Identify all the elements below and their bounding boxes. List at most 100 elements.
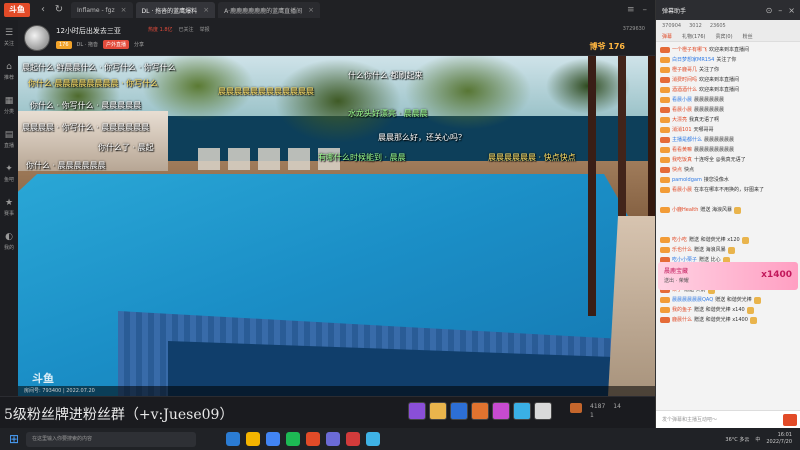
rail-item-mine[interactable]: ◐ 我的 bbox=[0, 224, 18, 258]
rail-item-fishbar[interactable]: ✦ 鱼吧 bbox=[0, 156, 18, 190]
gift-item[interactable] bbox=[408, 402, 426, 420]
close-icon[interactable]: × bbox=[308, 6, 314, 14]
promo-overlay-text: 5级粉丝牌进粉丝群（+v:Juese09） bbox=[4, 407, 234, 423]
gift-item[interactable] bbox=[513, 402, 531, 420]
chat-input[interactable]: 发个弹幕和主播互动吧～ bbox=[656, 410, 800, 428]
send-button[interactable] bbox=[783, 414, 797, 426]
chat-text: 晨晨晨晨晨晨 bbox=[704, 137, 735, 143]
fan-badge-icon bbox=[660, 87, 670, 93]
clock[interactable]: 16:01 2022/7/20 bbox=[766, 432, 792, 446]
chat-username[interactable]: 一个橙子有哪飞 bbox=[672, 45, 707, 55]
chat-username[interactable]: 看晨小晨 bbox=[672, 185, 692, 195]
gift-item[interactable] bbox=[534, 402, 552, 420]
chat-username[interactable]: 晨晨晨晨晨晨QAQ bbox=[672, 295, 713, 305]
chat-username[interactable]: 乐也什么 bbox=[672, 245, 692, 255]
gift-item[interactable] bbox=[492, 402, 510, 420]
fans-badge[interactable]: 博爷 176 bbox=[590, 41, 626, 52]
chat-username[interactable]: 看晨小晨 bbox=[672, 105, 692, 115]
chat-username[interactable]: 吃小吃 bbox=[672, 235, 687, 245]
tab-dl-stream[interactable]: DL · 拖沓的蓝鹰爆料 × bbox=[135, 2, 216, 18]
chat-message: 我吃饭真 十连呀全 @我真无语了 bbox=[660, 155, 796, 165]
rail-item-live[interactable]: ▤ 直播 bbox=[0, 122, 18, 156]
share-link[interactable]: 分享 bbox=[134, 41, 144, 48]
windows-taskbar: ⊞ 在这里输入你要搜索的内容 36°C 多云 中 16:01 2022/7/20 bbox=[0, 428, 800, 450]
chat-text: 十连呀全 @我真无语了 bbox=[694, 157, 746, 163]
tab-danmaku[interactable]: 弹幕 bbox=[662, 33, 672, 40]
pin-icon[interactable]: ⊙ bbox=[766, 6, 773, 15]
stat-value: 23605 bbox=[709, 23, 726, 29]
chat-username[interactable]: 看晨小晨 bbox=[672, 95, 692, 105]
tab-fans[interactable]: 粉丝 bbox=[743, 33, 753, 40]
rail-item-category[interactable]: ▦ 分类 bbox=[0, 88, 18, 122]
user-icon: ◐ bbox=[5, 231, 13, 242]
chat-username[interactable]: 主播是都什么 bbox=[672, 135, 702, 145]
chrome-icon[interactable] bbox=[266, 432, 280, 446]
tab-gifts[interactable]: 礼物(176) bbox=[682, 33, 705, 40]
fan-badge-icon bbox=[660, 147, 670, 153]
chat-username[interactable]: 消消101 bbox=[672, 125, 692, 135]
taskbar-search[interactable]: 在这里输入你要搜索的内容 bbox=[26, 431, 196, 447]
windows-start-icon[interactable]: ⊞ bbox=[6, 431, 22, 447]
chat-username[interactable]: 酒酒酒什么 bbox=[672, 85, 697, 95]
tab-vip[interactable]: 贵宾(0) bbox=[715, 33, 732, 40]
fan-badge-icon bbox=[660, 177, 670, 183]
chat-username[interactable]: 小鹿Health bbox=[672, 205, 698, 215]
chat-username[interactable]: 白日梦想家MR154 bbox=[672, 55, 714, 65]
category-badge[interactable]: 户外直播 bbox=[102, 40, 129, 49]
chat-message: 看晨小晨 在本在哪本不用换的，好图来了 bbox=[660, 185, 796, 195]
menu-icon[interactable]: ≡ bbox=[627, 5, 635, 15]
tab-inflame[interactable]: Inflame - fgz × bbox=[71, 2, 133, 18]
ime-indicator[interactable]: 中 bbox=[755, 436, 760, 443]
fan-badge-icon bbox=[660, 117, 670, 123]
follow-status[interactable]: 已关注 bbox=[179, 26, 194, 33]
rail-item-follow[interactable]: ☰ 关注 bbox=[0, 20, 18, 54]
streamer-avatar[interactable] bbox=[24, 25, 50, 51]
chat-text: 赠送 和谐荧光棒 x1400 bbox=[694, 317, 748, 323]
gift-item[interactable] bbox=[429, 402, 447, 420]
refresh-icon[interactable]: ↻ bbox=[52, 3, 66, 17]
gift-item[interactable] bbox=[450, 402, 468, 420]
minimize-icon[interactable]: – bbox=[643, 5, 648, 15]
chat-username[interactable]: 我的鱼子 bbox=[672, 305, 692, 315]
rail-item-events[interactable]: ★ 赛事 bbox=[0, 190, 18, 224]
rail-item-recommend[interactable]: ⌂ 推荐 bbox=[0, 54, 18, 88]
app-icon[interactable] bbox=[326, 432, 340, 446]
explorer-icon[interactable] bbox=[246, 432, 260, 446]
gift-icon bbox=[753, 296, 761, 304]
banner-title: 晨鹿宝藏 bbox=[664, 268, 689, 275]
fan-badge-icon bbox=[660, 297, 670, 303]
chat-username[interactable]: 橙子鹿哥几 bbox=[672, 65, 697, 75]
app-icon[interactable] bbox=[366, 432, 380, 446]
chat-message: 白日梦想家MR154 关注了你 bbox=[660, 55, 796, 65]
chat-username[interactable]: pamoldgam bbox=[672, 175, 702, 185]
report-link[interactable]: 举报 bbox=[200, 26, 210, 33]
chat-username[interactable]: 大漂亮 bbox=[672, 115, 687, 125]
chat-username[interactable]: 看看黄嘛 bbox=[672, 145, 692, 155]
back-icon[interactable]: ‹ bbox=[36, 3, 50, 17]
chat-username[interactable]: 鹿晨什么 bbox=[672, 315, 692, 325]
chat-message: 快点 快点 bbox=[660, 165, 796, 175]
app-icon[interactable] bbox=[286, 432, 300, 446]
douyu-taskbar-icon[interactable] bbox=[306, 432, 320, 446]
chat-username[interactable]: 我吃饭真 bbox=[672, 155, 692, 165]
gift-item[interactable] bbox=[471, 402, 489, 420]
tab-a-stream[interactable]: A·鹿鹿鹿鹿鹿鹿的蓝鹰直播间 × bbox=[218, 2, 320, 18]
close-icon[interactable]: × bbox=[788, 6, 795, 15]
sun-loungers bbox=[198, 148, 348, 170]
live-icon: ▤ bbox=[4, 129, 14, 140]
chat-username[interactable]: 消费时间吗 bbox=[672, 75, 697, 85]
close-icon[interactable]: × bbox=[203, 6, 209, 14]
stat-value: 370904 bbox=[662, 23, 682, 29]
streamer-name[interactable]: DL · 拖沓 bbox=[77, 41, 98, 48]
minimize-icon[interactable]: – bbox=[778, 6, 782, 15]
chat-username[interactable]: 快点 bbox=[672, 165, 682, 175]
app-icon[interactable] bbox=[346, 432, 360, 446]
close-icon[interactable]: × bbox=[121, 6, 127, 14]
video-player[interactable]: 晨起什么·鲜晨晨什么 · 你写什么 · 你写什么 你什么·晨晨晨晨晨晨晨晨 · … bbox=[18, 56, 655, 396]
backpack-button[interactable] bbox=[570, 403, 582, 419]
chat-text: 赠送 和谐荧光棒 bbox=[715, 297, 752, 303]
clock-date: 2022/7/20 bbox=[766, 439, 792, 445]
gift-count-c: 14 bbox=[613, 403, 621, 410]
taskview-icon[interactable] bbox=[226, 432, 240, 446]
weather-widget[interactable]: 36°C 多云 bbox=[725, 436, 749, 443]
